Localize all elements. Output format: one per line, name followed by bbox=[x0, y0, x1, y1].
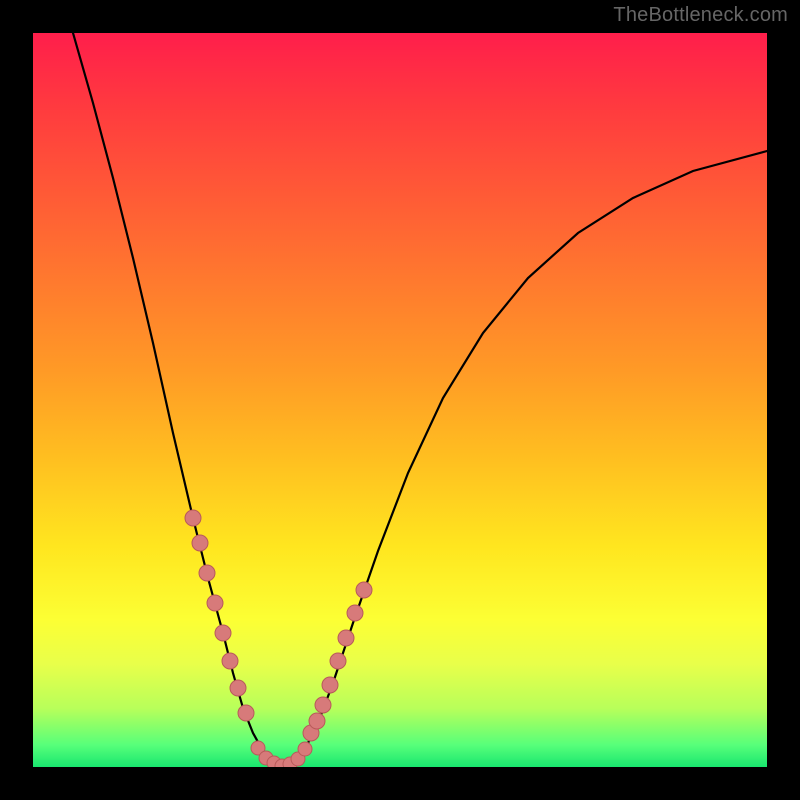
data-marker bbox=[309, 713, 325, 729]
data-marker bbox=[222, 653, 238, 669]
data-marker bbox=[356, 582, 372, 598]
data-marker bbox=[230, 680, 246, 696]
data-marker bbox=[199, 565, 215, 581]
data-marker bbox=[330, 653, 346, 669]
data-marker bbox=[215, 625, 231, 641]
data-marker bbox=[185, 510, 201, 526]
data-marker bbox=[322, 677, 338, 693]
watermark-label: TheBottleneck.com bbox=[613, 4, 788, 27]
bottleneck-curve bbox=[73, 33, 767, 766]
data-markers bbox=[185, 510, 372, 767]
curve-layer bbox=[33, 33, 767, 767]
data-marker bbox=[315, 697, 331, 713]
data-marker bbox=[192, 535, 208, 551]
data-marker bbox=[347, 605, 363, 621]
data-marker bbox=[238, 705, 254, 721]
data-marker bbox=[298, 742, 312, 756]
chart-frame: TheBottleneck.com bbox=[0, 0, 800, 800]
plot-area bbox=[33, 33, 767, 767]
data-marker bbox=[207, 595, 223, 611]
data-marker bbox=[338, 630, 354, 646]
